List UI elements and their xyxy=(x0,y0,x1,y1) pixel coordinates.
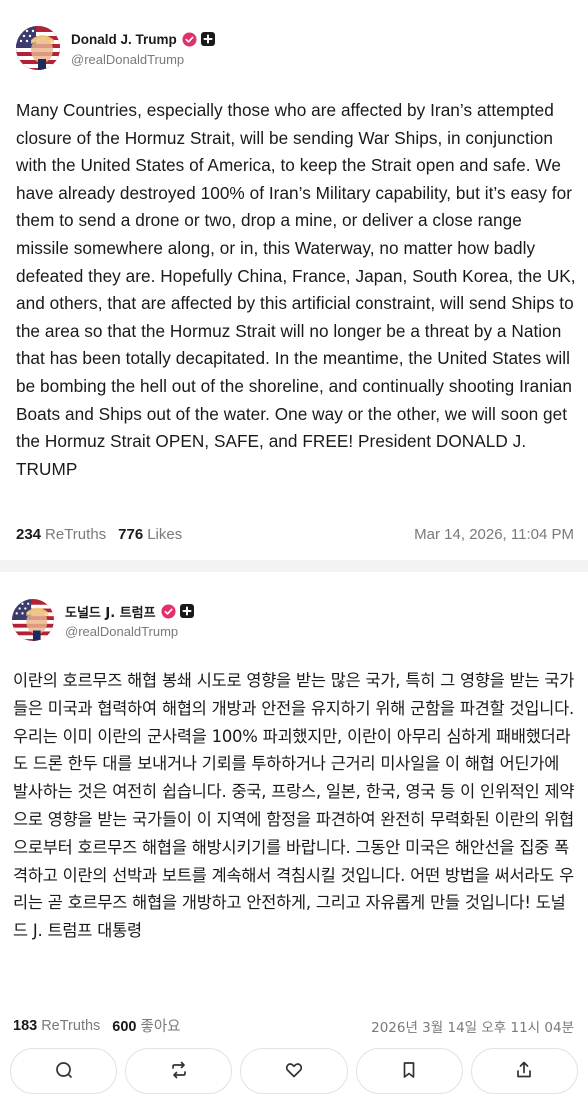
likes-count: 776 xyxy=(118,526,144,543)
retruths-label: ReTruths xyxy=(45,526,107,543)
reply-icon xyxy=(54,1060,74,1083)
bookmark-button[interactable] xyxy=(355,1048,463,1094)
truth-plus-icon xyxy=(200,32,215,46)
heart-icon xyxy=(284,1060,304,1083)
post-body: 이란의 호르무즈 해협 봉쇄 시도로 영향을 받는 많은 국가, 특히 그 영향… xyxy=(13,671,575,941)
share-button[interactable] xyxy=(470,1048,579,1094)
post-timestamp[interactable]: 2026년 3월 14일 오후 11시 04분 xyxy=(371,1016,574,1036)
retruths-stat[interactable]: 183 ReTruths xyxy=(13,1018,100,1034)
post-body: Many Countries, especially those who are… xyxy=(16,100,576,479)
reply-button[interactable] xyxy=(10,1048,118,1094)
author-name[interactable]: 도널드 J. 트럼프 xyxy=(65,602,156,621)
retruth-icon xyxy=(169,1060,189,1083)
likes-stat[interactable]: 600 좋아요 xyxy=(112,1015,180,1036)
post-divider xyxy=(0,560,588,572)
post-header: Donald J. Trump @realDonaldTrump xyxy=(16,26,215,70)
avatar[interactable] xyxy=(16,26,60,70)
author-handle[interactable]: @realDonaldTrump xyxy=(65,624,194,639)
post-english: Donald J. Trump @realDonaldTrump Many Co… xyxy=(0,0,588,560)
name-row: Donald J. Trump xyxy=(71,29,215,49)
post-header: 도널드 J. 트럼프 @realDonaldTrump xyxy=(12,599,194,641)
post-stats: 183 ReTruths 600 좋아요 2026년 3월 14일 오후 11시 0… xyxy=(13,1015,574,1036)
name-row: 도널드 J. 트럼프 xyxy=(65,601,194,621)
author-handle[interactable]: @realDonaldTrump xyxy=(71,52,215,67)
retruths-count: 183 xyxy=(13,1017,38,1034)
likes-label: Likes xyxy=(147,526,183,543)
retruth-button[interactable] xyxy=(125,1048,233,1094)
action-bar xyxy=(10,1048,579,1094)
post-stats: 234 ReTruths 776 Likes Mar 14, 2026, 11:04… xyxy=(16,526,574,543)
verified-badge-icon xyxy=(182,31,197,47)
feed: Donald J. Trump @realDonaldTrump Many Co… xyxy=(0,0,588,1107)
like-button[interactable] xyxy=(240,1048,348,1094)
bookmark-icon xyxy=(399,1060,419,1083)
retruths-stat[interactable]: 234 ReTruths xyxy=(16,526,106,543)
author-info: 도널드 J. 트럼프 @realDonaldTrump xyxy=(65,601,194,639)
likes-count: 600 xyxy=(112,1019,137,1035)
truth-plus-icon xyxy=(179,604,194,618)
author-info: Donald J. Trump @realDonaldTrump xyxy=(71,29,215,67)
verified-badge-icon xyxy=(161,603,176,619)
retruths-label: ReTruths xyxy=(41,1017,101,1034)
author-name[interactable]: Donald J. Trump xyxy=(71,32,177,47)
retruths-count: 234 xyxy=(16,526,42,543)
post-korean: 도널드 J. 트럼프 @realDonaldTrump 이란의 호르무즈 해협 … xyxy=(0,572,588,1042)
avatar[interactable] xyxy=(12,599,54,641)
likes-label: 좋아요 xyxy=(140,1019,181,1035)
likes-stat[interactable]: 776 Likes xyxy=(118,526,182,543)
share-icon xyxy=(514,1060,534,1083)
post-timestamp[interactable]: Mar 14, 2026, 11:04 PM xyxy=(414,526,574,543)
